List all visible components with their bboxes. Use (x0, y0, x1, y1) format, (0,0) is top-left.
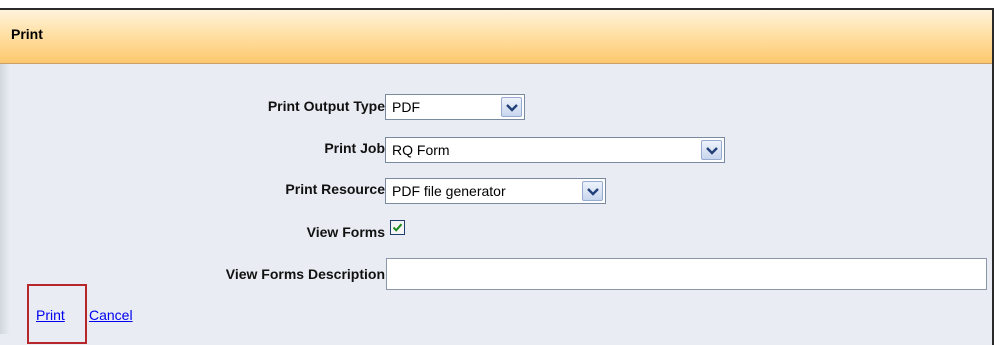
view-forms-description-label: View Forms Description (225, 266, 385, 282)
print-job-label: Print Job (324, 140, 385, 156)
view-forms-checkbox[interactable] (390, 220, 405, 235)
cancel-link[interactable]: Cancel (89, 307, 133, 323)
print-resource-value: PDF file generator (392, 183, 506, 199)
chevron-down-icon[interactable] (582, 181, 603, 201)
print-job-select[interactable]: RQ Form (385, 137, 725, 163)
left-shadow (0, 64, 10, 334)
view-forms-description-input[interactable] (386, 258, 987, 290)
chevron-down-icon[interactable] (501, 97, 522, 117)
checkmark-icon (392, 223, 403, 232)
print-link[interactable]: Print (36, 307, 65, 323)
print-dialog: Print (0, 8, 994, 345)
print-resource-label: Print Resource (285, 181, 385, 197)
print-output-type-value: PDF (392, 99, 420, 115)
dialog-title: Print (11, 26, 43, 42)
print-output-type-select[interactable]: PDF (385, 94, 525, 120)
print-resource-select[interactable]: PDF file generator (385, 178, 606, 204)
chevron-down-icon[interactable] (701, 140, 722, 160)
print-job-value: RQ Form (392, 142, 450, 158)
print-output-type-label: Print Output Type (267, 98, 385, 114)
view-forms-label: View Forms (306, 224, 385, 240)
dialog-header: Print (0, 10, 992, 64)
